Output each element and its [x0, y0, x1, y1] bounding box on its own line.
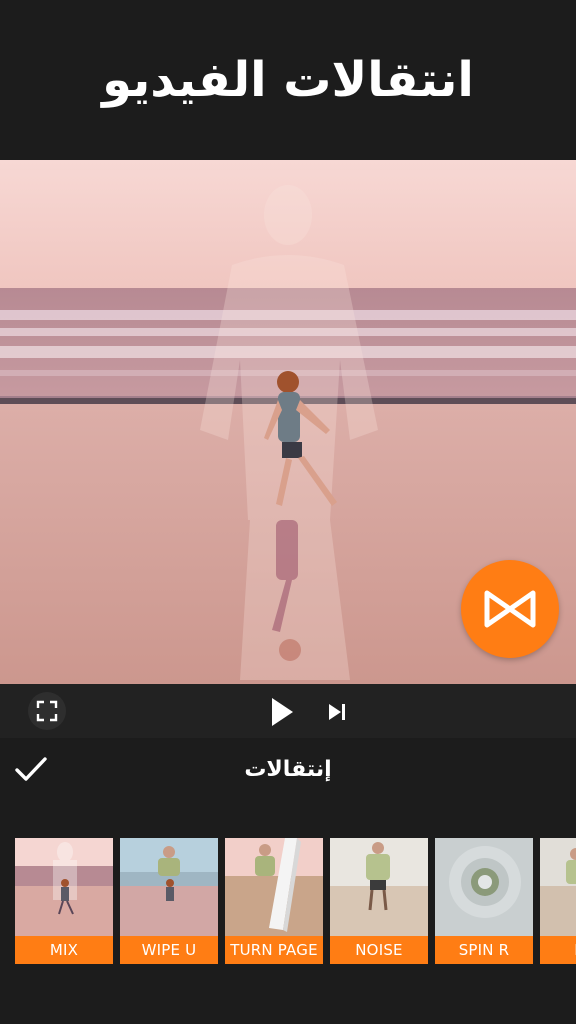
transition-tile-mix[interactable]: MIX	[15, 838, 113, 964]
transition-label: SPIN R	[435, 936, 533, 964]
transition-label: NOISE	[330, 936, 428, 964]
panel-title: إنتقالات	[244, 756, 332, 782]
play-icon[interactable]	[264, 695, 300, 729]
fullscreen-icon[interactable]	[28, 692, 66, 730]
playback-controls	[0, 684, 576, 738]
logo-glyph	[484, 590, 536, 628]
transition-tile-spin-r[interactable]: SPIN R	[435, 838, 533, 964]
transition-thumbnail	[15, 838, 113, 936]
transition-label: TURN PAGE	[225, 936, 323, 964]
transition-tile-noise[interactable]: NOISE	[330, 838, 428, 964]
transition-label: BLU	[540, 936, 576, 964]
transition-label: MIX	[15, 936, 113, 964]
transitions-panel-header: إنتقالات	[0, 738, 576, 800]
transition-thumbnail	[330, 838, 428, 936]
checkmark-icon[interactable]	[10, 748, 52, 790]
transition-label: WIPE U	[120, 936, 218, 964]
transitions-list[interactable]: MIX WIPE U TURN PAGE NOISE SPIN R	[15, 838, 576, 964]
bowtie-logo-icon[interactable]	[461, 560, 559, 658]
transition-thumbnail	[540, 838, 576, 936]
promo-title: انتقالات الفيديو	[102, 52, 474, 108]
transition-thumbnail	[225, 838, 323, 936]
skip-next-icon[interactable]	[322, 697, 352, 727]
transition-tile-turn-page[interactable]: TURN PAGE	[225, 838, 323, 964]
transition-thumbnail	[435, 838, 533, 936]
app-screen: انتقالات الفيديو إنتقالات MIX WIPE U TUR…	[0, 0, 576, 1024]
transition-thumbnail	[120, 838, 218, 936]
transition-tile-blur[interactable]: BLU	[540, 838, 576, 964]
transition-tile-wipe-u[interactable]: WIPE U	[120, 838, 218, 964]
